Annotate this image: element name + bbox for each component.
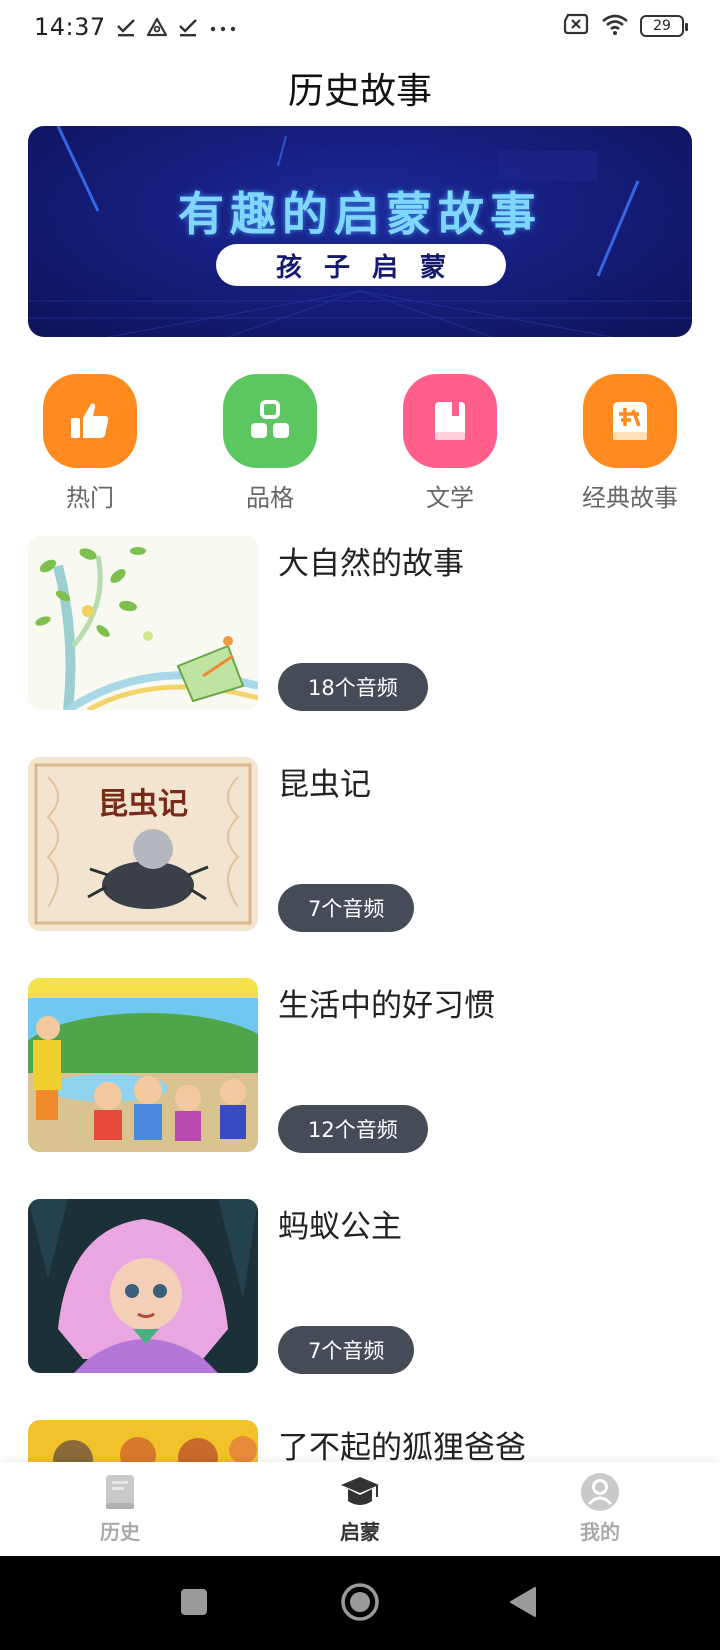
idiom-icon [583,374,677,468]
category-label: 经典故事 [582,484,678,512]
nav-enlightenment[interactable]: 启蒙 [300,1470,420,1545]
download-done-icon [178,17,198,37]
list-item[interactable]: 生活中的好习惯 12个音频 [28,978,698,1153]
nav-label: 我的 [580,1520,620,1544]
story-title: 大自然的故事 [278,546,464,582]
recent-apps-icon[interactable] [180,1588,208,1620]
status-bar: 14:37 29 [0,0,720,54]
banner-headline: 有趣的启蒙故事 [178,187,542,241]
story-thumbnail: 昆虫记 [28,757,258,931]
story-thumbnail [28,978,258,1152]
triangle-app-icon [146,17,168,37]
page-title: 历史故事 [287,71,432,112]
story-thumbnail [28,536,258,710]
list-item[interactable]: 蚂蚁公主 7个音频 [28,1199,698,1374]
bottom-nav: 历史 启蒙 我的 [0,1462,720,1556]
status-time: 14:37 [34,13,106,41]
nav-label: 启蒙 [340,1520,380,1544]
status-notification-icons [116,17,238,37]
home-icon[interactable] [340,1582,380,1626]
battery-indicator: 29 [640,15,688,37]
list-item[interactable]: 大自然的故事 18个音频 [28,536,698,711]
book-icon [403,374,497,468]
back-icon[interactable] [508,1586,538,1622]
story-title: 生活中的好习惯 [278,988,495,1024]
system-nav-bar [0,1556,720,1650]
cover-title: 昆虫记 [98,787,188,822]
audio-count-badge: 7个音频 [278,884,415,932]
category-hot[interactable]: 热门 [25,374,155,513]
profile-icon [540,1470,660,1514]
blocks-icon [223,374,317,468]
category-label: 热门 [66,484,114,512]
category-literature[interactable]: 文学 [385,374,515,513]
category-classic-stories[interactable]: 经典故事 [565,374,695,513]
wifi-icon [600,12,630,40]
nav-history[interactable]: 历史 [60,1470,180,1545]
banner-pill: 孩子启蒙 [216,244,506,286]
nav-label: 历史 [100,1520,140,1544]
audio-count-badge: 12个音频 [278,1105,428,1153]
category-label: 文学 [426,484,474,512]
story-title: 昆虫记 [278,767,371,803]
sim-x-icon [562,12,590,40]
promo-banner[interactable]: 有趣的启蒙故事 孩子启蒙 [28,126,692,337]
book-stack-icon [60,1470,180,1514]
nav-profile[interactable]: 我的 [540,1470,660,1545]
category-row: 热门 品格 文学 经典故事 [0,374,720,514]
audio-count-badge: 18个音频 [278,663,428,711]
category-character[interactable]: 品格 [205,374,335,513]
graduation-cap-icon [300,1470,420,1514]
category-label: 品格 [246,484,294,512]
list-item[interactable]: 昆虫记 昆虫记 7个音频 [28,757,698,932]
download-done-icon [116,17,136,37]
status-system-icons: 29 [562,12,688,40]
thumbs-up-icon [43,374,137,468]
story-title: 了不起的狐狸爸爸 [278,1430,526,1466]
audio-count-badge: 7个音频 [278,1326,415,1374]
more-dots-icon [208,17,238,37]
story-title: 蚂蚁公主 [278,1209,402,1245]
story-thumbnail [28,1199,258,1373]
